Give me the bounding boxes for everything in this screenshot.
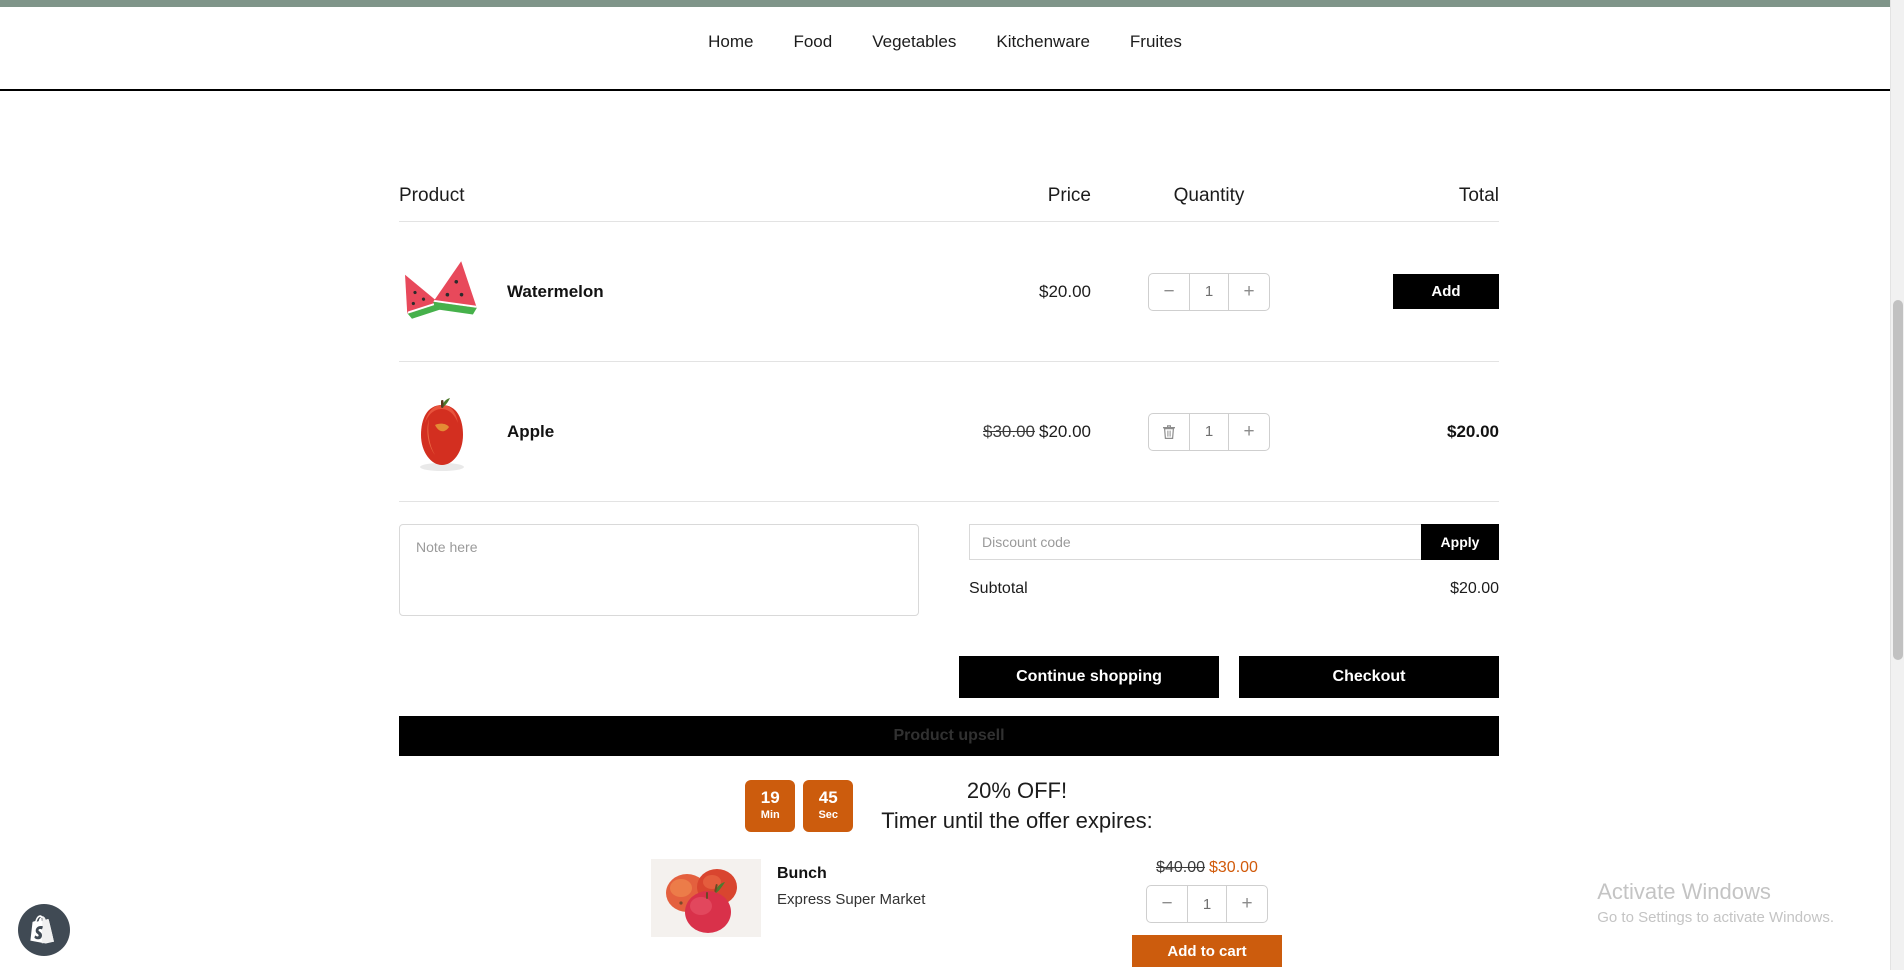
column-header-price: Price	[1047, 185, 1091, 206]
plus-icon[interactable]: +	[1227, 886, 1267, 922]
discount-code-input[interactable]	[969, 524, 1421, 560]
shopify-logo-icon[interactable]	[18, 904, 70, 956]
nav-item-vegetables[interactable]: Vegetables	[866, 29, 962, 54]
cart-actions: Continue shopping Checkout	[399, 656, 1499, 698]
quantity-cell: 1 +	[1099, 412, 1319, 451]
product-price-current: $20.00	[1039, 281, 1091, 301]
cart-row-product-cell: Watermelon	[399, 249, 919, 335]
line-total: $20.00	[1447, 421, 1499, 441]
timer-minutes-value: 19	[760, 788, 780, 808]
add-button[interactable]: Add	[1393, 274, 1499, 309]
subtotal-label: Subtotal	[969, 580, 1028, 597]
nav-item-food[interactable]: Food	[787, 29, 838, 54]
upsell-price-current: $30.00	[1209, 859, 1258, 877]
product-upsell-banner: Product upsell	[399, 716, 1499, 756]
upsell-product-info: Bunch Express Super Market	[777, 859, 1107, 908]
upsell-product-title[interactable]: Bunch	[777, 865, 1107, 883]
watermark-title: Activate Windows	[1597, 879, 1771, 905]
quantity-input[interactable]: 1	[1189, 413, 1229, 450]
table-row: Watermelon $20.00 − 1 + Add	[399, 222, 1499, 362]
site-header: Home Food Vegetables Kitchenware Fruites	[0, 7, 1890, 91]
offer-text: 20% OFF! Timer until the offer expires:	[881, 776, 1152, 835]
quantity-input[interactable]: 1	[1189, 273, 1229, 310]
red-apple-image	[399, 389, 485, 475]
cart-section: Product Price Quantity Total Watermelon …	[399, 185, 1499, 968]
watermelon-slices-image	[399, 249, 485, 335]
upsell-offer-header: 19 Min 45 Sec 20% OFF! Timer until the o…	[399, 776, 1499, 835]
plus-icon[interactable]: +	[1229, 414, 1269, 450]
cart-table-header: Product Price Quantity Total	[399, 185, 1499, 222]
timer-minutes-label: Min	[760, 808, 780, 821]
subtotal-value: $20.00	[1450, 580, 1499, 597]
upsell-quantity-cell: − 1 +	[1107, 885, 1307, 924]
order-note-input[interactable]	[399, 524, 919, 616]
windows-activation-watermark: Activate Windows Go to Settings to activ…	[1597, 878, 1834, 928]
product-price: $20.00	[919, 282, 1099, 302]
upsell-price: $40.00 $30.00	[1107, 859, 1307, 877]
product-price-current: $20.00	[1039, 421, 1091, 441]
column-header-total: Total	[1458, 185, 1499, 206]
product-name[interactable]: Watermelon	[507, 282, 604, 302]
nav-item-fruites[interactable]: Fruites	[1124, 29, 1188, 54]
quantity-stepper[interactable]: − 1 +	[1146, 885, 1268, 924]
minus-icon[interactable]: −	[1147, 886, 1187, 922]
upsell-product-actions: $40.00 $30.00 − 1 + Add to cart	[1107, 859, 1307, 968]
apply-discount-button[interactable]: Apply	[1421, 524, 1499, 560]
page-scrollbar[interactable]	[1890, 0, 1904, 970]
top-accent-bar	[0, 0, 1890, 7]
table-row: Apple $30.00 $20.00 1 + $20.00	[399, 362, 1499, 502]
watermark-subtitle: Go to Settings to activate Windows.	[1597, 909, 1834, 926]
product-price-original: $30.00	[983, 421, 1035, 441]
line-total-cell: Add	[1319, 274, 1499, 309]
timer-minutes-box: 19 Min	[745, 779, 796, 832]
minus-icon[interactable]: −	[1149, 274, 1189, 310]
timer-seconds-value: 45	[818, 788, 838, 808]
add-to-cart-button[interactable]: Add to cart	[1132, 935, 1282, 968]
column-header-quantity: Quantity	[1173, 185, 1245, 206]
discount-and-subtotal: Apply Subtotal $20.00	[969, 524, 1499, 616]
timer-seconds-box: 45 Sec	[803, 779, 854, 832]
main-navigation: Home Food Vegetables Kitchenware Fruites	[0, 7, 1890, 63]
plus-icon[interactable]: +	[1229, 274, 1269, 310]
countdown-timer: 19 Min 45 Sec	[745, 779, 854, 832]
quantity-cell: − 1 +	[1099, 272, 1319, 311]
apples-bunch-image	[651, 859, 761, 938]
upsell-product: Bunch Express Super Market $40.00 $30.00 …	[399, 859, 1499, 968]
upsell-product-vendor: Express Super Market	[777, 891, 926, 909]
cart-footer-area: Apply Subtotal $20.00	[399, 502, 1499, 616]
offer-headline: 20% OFF!	[966, 778, 1068, 803]
subtotal-row: Subtotal $20.00	[969, 580, 1499, 598]
product-price: $30.00 $20.00	[919, 422, 1099, 442]
nav-item-kitchenware[interactable]: Kitchenware	[990, 29, 1096, 54]
trash-icon[interactable]	[1149, 414, 1189, 450]
page-root: Home Food Vegetables Kitchenware Fruites…	[0, 0, 1904, 970]
continue-shopping-button[interactable]: Continue shopping	[959, 656, 1219, 698]
quantity-stepper[interactable]: 1 +	[1148, 412, 1270, 451]
product-name[interactable]: Apple	[507, 422, 554, 442]
timer-seconds-label: Sec	[818, 808, 839, 821]
upsell-price-original: $40.00	[1156, 859, 1205, 877]
offer-subline: Timer until the offer expires:	[881, 807, 1153, 833]
quantity-input[interactable]: 1	[1187, 886, 1227, 923]
discount-row: Apply	[969, 524, 1499, 560]
column-header-product: Product	[399, 185, 465, 206]
checkout-button[interactable]: Checkout	[1239, 656, 1499, 698]
nav-item-home[interactable]: Home	[702, 29, 759, 54]
scrollbar-thumb[interactable]	[1893, 300, 1903, 660]
cart-row-product-cell: Apple	[399, 389, 919, 475]
quantity-stepper[interactable]: − 1 +	[1148, 272, 1270, 311]
